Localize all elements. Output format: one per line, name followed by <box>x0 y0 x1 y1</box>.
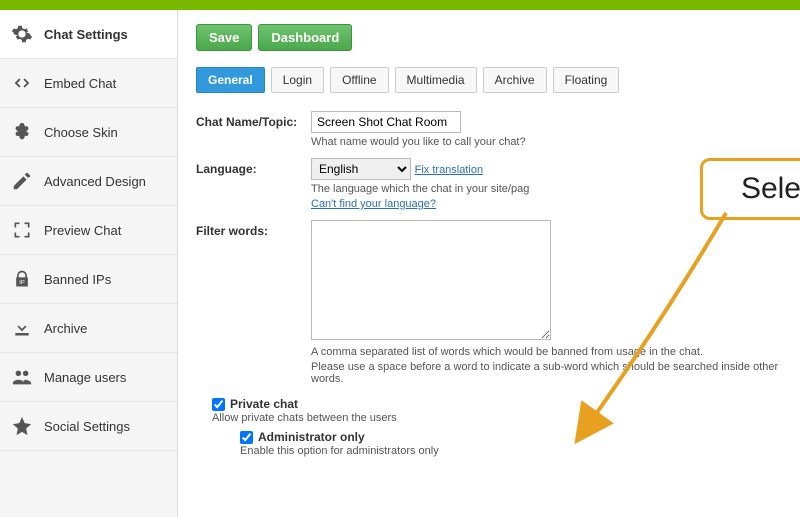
chat-name-input[interactable] <box>311 111 461 133</box>
star-icon <box>10 414 34 438</box>
sidebar-item-label: Archive <box>44 321 87 336</box>
tab-offline[interactable]: Offline <box>330 67 388 93</box>
language-label: Language: <box>196 158 311 210</box>
flower-icon <box>10 120 34 144</box>
language-select[interactable]: English <box>311 158 411 180</box>
main-panel: Save Dashboard General Login Offline Mul… <box>178 10 800 517</box>
tab-multimedia[interactable]: Multimedia <box>395 67 477 93</box>
private-chat-label: Private chat <box>230 397 298 411</box>
sidebar-item-archive[interactable]: Archive <box>0 304 177 353</box>
sidebar-item-label: Advanced Design <box>44 174 146 189</box>
code-icon <box>10 71 34 95</box>
svg-text:IP: IP <box>19 280 25 286</box>
sidebar-item-label: Preview Chat <box>44 223 121 238</box>
private-chat-checkbox[interactable] <box>212 398 225 411</box>
tab-general[interactable]: General <box>196 67 265 93</box>
save-button[interactable]: Save <box>196 24 252 51</box>
tab-floating[interactable]: Floating <box>553 67 620 93</box>
fix-translation-link[interactable]: Fix translation <box>415 164 483 176</box>
private-chat-help: Allow private chats between the users <box>212 412 782 424</box>
sidebar-item-choose-skin[interactable]: Choose Skin <box>0 108 177 157</box>
dashboard-button[interactable]: Dashboard <box>258 24 352 51</box>
chat-name-help: What name would you like to call your ch… <box>311 136 782 148</box>
sidebar-item-banned-ips[interactable]: IP Banned IPs <box>0 255 177 304</box>
sidebar-item-embed-chat[interactable]: Embed Chat <box>0 59 177 108</box>
admin-only-help: Enable this option for administrators on… <box>240 445 782 457</box>
sidebar-item-preview-chat[interactable]: Preview Chat <box>0 206 177 255</box>
annotation-text: Select both <box>741 172 800 206</box>
admin-only-label: Administrator only <box>258 430 365 444</box>
sidebar-item-label: Social Settings <box>44 419 130 434</box>
sidebar-item-label: Embed Chat <box>44 76 116 91</box>
find-language-link[interactable]: Can't find your language? <box>311 198 436 210</box>
chat-name-label: Chat Name/Topic: <box>196 111 311 148</box>
sidebar-item-label: Banned IPs <box>44 272 111 287</box>
expand-icon <box>10 218 34 242</box>
filter-words-textarea[interactable] <box>311 220 551 340</box>
tabs: General Login Offline Multimedia Archive… <box>196 67 782 93</box>
sidebar-item-advanced-design[interactable]: Advanced Design <box>0 157 177 206</box>
annotation-callout: Select both <box>700 158 800 220</box>
sidebar-item-chat-settings[interactable]: Chat Settings <box>0 10 177 59</box>
lock-icon: IP <box>10 267 34 291</box>
admin-only-checkbox[interactable] <box>240 431 253 444</box>
users-icon <box>10 365 34 389</box>
sidebar-item-label: Manage users <box>44 370 126 385</box>
sidebar: Chat Settings Embed Chat Choose Skin Adv… <box>0 10 178 517</box>
pencil-icon <box>10 169 34 193</box>
sidebar-item-social-settings[interactable]: Social Settings <box>0 402 177 451</box>
sidebar-item-label: Choose Skin <box>44 125 118 140</box>
sidebar-item-label: Chat Settings <box>44 27 128 42</box>
sidebar-item-manage-users[interactable]: Manage users <box>0 353 177 402</box>
gear-icon <box>10 22 34 46</box>
top-green-bar <box>0 0 800 10</box>
filter-help-2: Please use a space before a word to indi… <box>311 361 782 385</box>
filter-words-label: Filter words: <box>196 220 311 385</box>
tab-archive[interactable]: Archive <box>483 67 547 93</box>
tab-login[interactable]: Login <box>271 67 324 93</box>
filter-help-1: A comma separated list of words which wo… <box>311 346 782 358</box>
download-icon <box>10 316 34 340</box>
